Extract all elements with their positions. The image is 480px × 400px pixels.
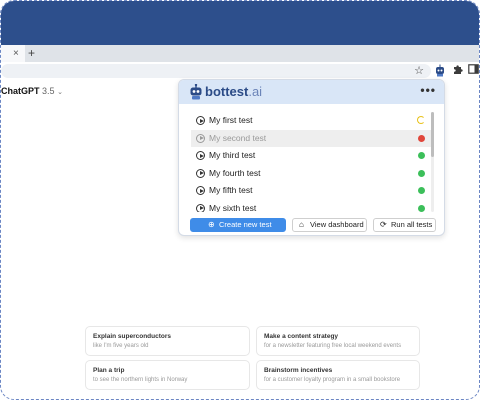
status-passed-dot — [418, 152, 425, 159]
browser-tab-strip: × + — [1, 45, 479, 62]
view-dashboard-label: View dashboard — [310, 220, 364, 229]
create-new-test-label: Create new test — [219, 220, 272, 229]
puzzle-shape — [453, 65, 463, 74]
star-icon[interactable]: ☆ — [412, 64, 426, 78]
bottest-popup: bottest.ai ••• My first test My second t… — [178, 79, 445, 236]
running-spinner-icon — [417, 116, 425, 124]
status-passed-dot — [418, 204, 425, 212]
suggestion-title: Brainstorm incentives — [264, 367, 333, 374]
brand-name: bottest — [205, 84, 249, 99]
test-name: My first test — [209, 115, 253, 125]
bottest-logo-text: bottest.ai — [205, 84, 262, 100]
screenshot-frame: × + ☆ ChatGPT 3.5 ⌄ bottest.ai ••• My fi… — [0, 0, 480, 400]
bottest-header: bottest.ai ••• — [179, 80, 444, 104]
run-all-tests-button[interactable]: ⟳ Run all tests — [373, 218, 436, 232]
test-name: My second test — [209, 132, 267, 143]
status-passed-dot — [418, 187, 425, 194]
play-icon[interactable] — [196, 186, 205, 195]
suggestion-title: Make a content strategy — [264, 333, 339, 340]
suggestion-card[interactable]: Explain superconductors like I'm five ye… — [85, 326, 250, 356]
suggestion-title: Plan a trip — [93, 367, 125, 374]
status-passed-dot — [418, 169, 425, 177]
close-tab-icon[interactable]: × — [13, 47, 19, 60]
more-options-button[interactable]: ••• — [420, 83, 436, 97]
test-row[interactable]: My third test — [191, 147, 431, 164]
suggestion-subtitle: like I'm five years old — [93, 343, 149, 349]
bottest-extension-icon[interactable] — [433, 64, 447, 78]
test-name: My sixth test — [209, 202, 257, 213]
test-name: My fifth test — [209, 185, 253, 195]
test-list-scrollbar[interactable] — [431, 112, 434, 212]
test-list: My first test My second test My third te… — [191, 112, 431, 212]
plus-circle-icon: ⊕ — [208, 220, 215, 229]
model-name: ChatGPT — [1, 86, 40, 96]
puzzle-icon[interactable] — [450, 64, 464, 78]
run-all-tests-label: Run all tests — [391, 220, 433, 229]
test-name: My fourth test — [209, 167, 261, 178]
test-row[interactable]: My fourth test — [191, 165, 431, 182]
top-banner — [1, 1, 479, 45]
test-row[interactable]: My sixth test — [191, 200, 431, 213]
suggestion-title: Explain superconductors — [93, 333, 172, 340]
robot-icon — [436, 64, 444, 77]
play-icon[interactable] — [196, 203, 205, 212]
test-row[interactable]: My fifth test — [191, 182, 431, 199]
scrollbar-thumb[interactable] — [431, 112, 434, 157]
brand-suffix: .ai — [248, 84, 263, 99]
suggestion-card[interactable]: Plan a trip to see the northern lights i… — [85, 360, 250, 390]
play-icon[interactable] — [196, 116, 205, 125]
model-selector[interactable]: ChatGPT 3.5 ⌄ — [1, 86, 63, 96]
home-icon: ⌂ — [299, 220, 304, 229]
suggestion-card[interactable]: Brainstorm incentives for a customer loy… — [256, 360, 420, 390]
create-new-test-button[interactable]: ⊕ Create new test — [190, 218, 286, 232]
test-row[interactable]: My second test — [191, 129, 431, 147]
chevron-down-icon: ⌄ — [57, 89, 63, 96]
browser-toolbar: ☆ — [1, 62, 479, 80]
sidepanel-shape — [467, 64, 479, 74]
address-bar[interactable] — [1, 64, 431, 78]
play-icon[interactable] — [196, 151, 205, 160]
browser-tab[interactable]: × — [1, 45, 25, 62]
suggestion-subtitle: for a newsletter featuring free local we… — [264, 343, 402, 349]
suggestion-card[interactable]: Make a content strategy for a newsletter… — [256, 326, 420, 356]
model-version: 3.5 — [42, 86, 55, 96]
status-failed-dot — [418, 134, 425, 142]
new-tab-button[interactable]: + — [28, 46, 35, 60]
suggestion-subtitle: to see the northern lights in Norway — [93, 377, 188, 383]
test-row[interactable]: My first test — [191, 112, 431, 129]
play-icon[interactable] — [196, 133, 205, 143]
test-name: My third test — [209, 150, 256, 160]
sidepanel-icon[interactable] — [466, 64, 479, 78]
suggestion-subtitle: for a customer loyalty program in a smal… — [264, 377, 401, 383]
bottest-logo-icon — [190, 84, 202, 100]
refresh-icon: ⟳ — [380, 220, 387, 229]
view-dashboard-button[interactable]: ⌂ View dashboard — [292, 218, 367, 232]
play-icon[interactable] — [196, 168, 205, 178]
